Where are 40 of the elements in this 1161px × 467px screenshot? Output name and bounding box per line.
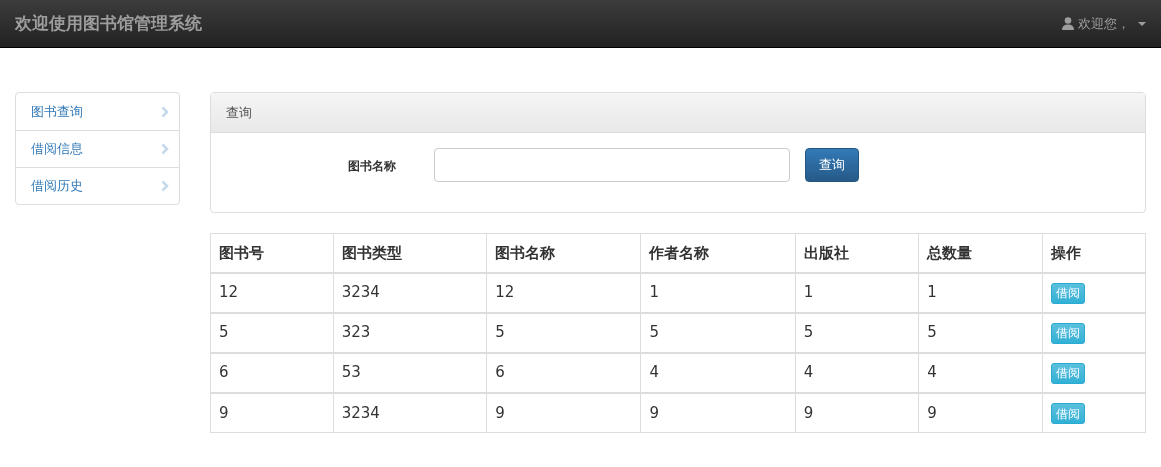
user-icon [1062, 17, 1074, 30]
table-cell: 3234 [333, 392, 487, 433]
table-cell: 4 [795, 352, 919, 393]
field-label: 图书名称 [348, 158, 397, 175]
column-header: 图书类型 [333, 233, 487, 273]
table-cell: 53 [333, 352, 487, 393]
column-header: 作者名称 [640, 233, 796, 273]
table-cell: 12 [210, 272, 334, 313]
table-cell: 4 [918, 352, 1043, 393]
column-header: 图书名称 [486, 233, 641, 273]
table-cell: 9 [486, 392, 641, 433]
table-cell: 5 [210, 312, 334, 353]
table-cell: 6 [210, 352, 334, 393]
brand-title[interactable]: 欢迎使用图书馆管理系统 [15, 10, 202, 37]
chevron-right-icon [161, 143, 169, 155]
chevron-right-icon [161, 105, 169, 118]
sidebar-item[interactable]: 借阅历史 [16, 167, 179, 204]
chevron-right-icon [161, 180, 169, 192]
column-header: 图书号 [210, 233, 334, 273]
table-cell: 5 [486, 312, 641, 353]
table-cell: 9 [918, 392, 1043, 433]
sidebar-item[interactable]: 借阅信息 [16, 130, 179, 167]
table-cell: 9 [210, 392, 334, 433]
table-cell: 5 [640, 312, 796, 353]
column-header: 操作 [1042, 233, 1146, 273]
table-cell: 4 [640, 352, 796, 393]
caret-icon [1138, 21, 1146, 26]
table-cell: 5 [918, 312, 1043, 353]
table-cell: 5 [795, 312, 919, 353]
table-cell: 323 [333, 312, 487, 353]
panel-title: 查询 [226, 103, 252, 122]
table-cell: 9 [640, 392, 796, 433]
table-cell: 6 [486, 352, 641, 393]
user-menu[interactable]: 欢迎您， [1062, 13, 1146, 34]
table-cell: 9 [795, 392, 919, 433]
search-button[interactable]: 查询 [805, 148, 859, 182]
book-name-field[interactable] [434, 148, 790, 182]
sidebar-item[interactable]: 图书查询 [16, 93, 179, 130]
column-header: 总数量 [918, 233, 1043, 273]
column-header: 出版社 [795, 233, 919, 273]
